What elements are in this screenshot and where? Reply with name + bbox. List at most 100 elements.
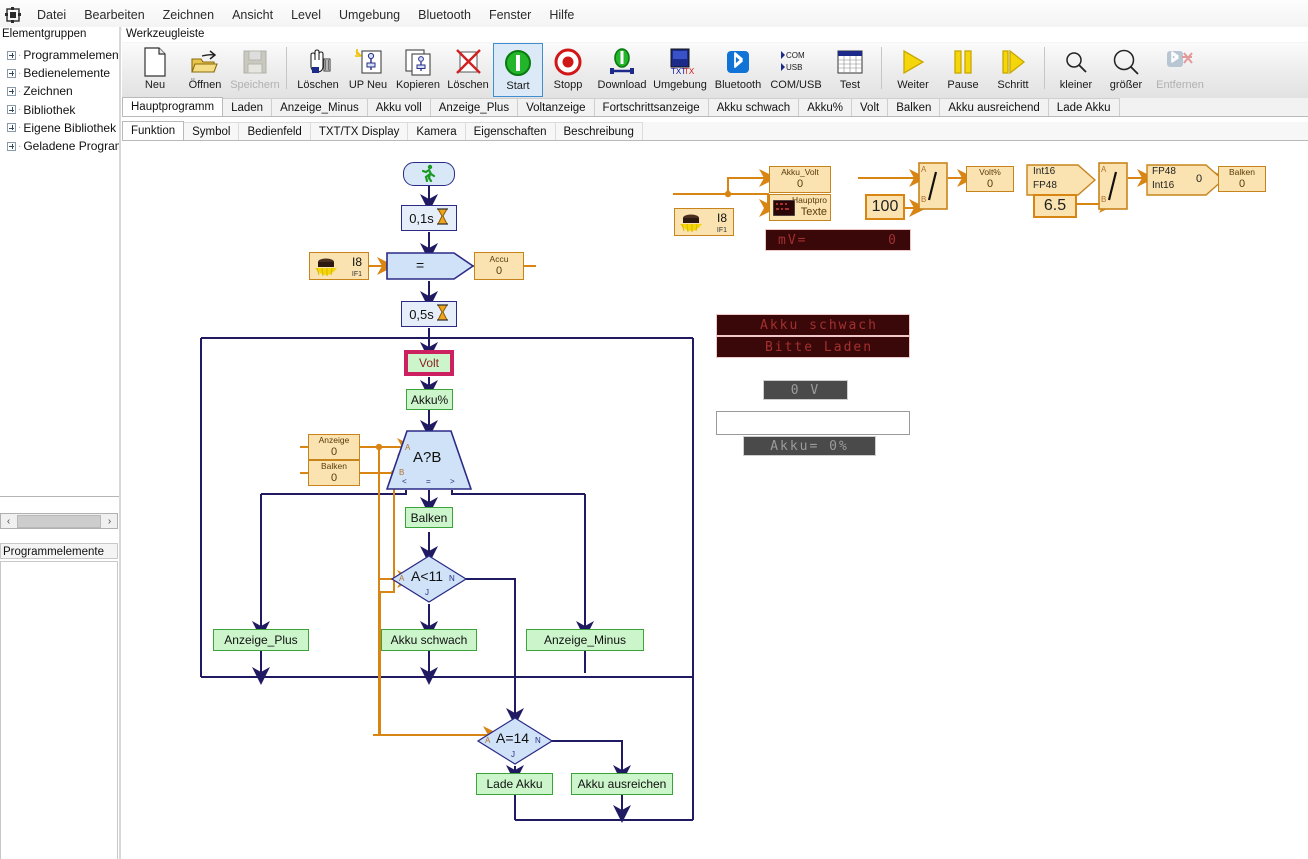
flow-call-akku-ausreichend[interactable]: Akku ausreichen (571, 773, 673, 795)
menu-item-ansicht[interactable]: Ansicht (223, 5, 282, 25)
display-akku-readout[interactable]: Akku= 0% (743, 436, 876, 456)
scrollbar-thumb[interactable] (17, 514, 101, 528)
expand-plus-icon[interactable] (7, 123, 16, 133)
tab-anzeige-plus[interactable]: Anzeige_Plus (429, 98, 519, 116)
umgebung-button[interactable]: TXT TX Umgebung (651, 43, 709, 97)
tab-balken[interactable]: Balken (887, 98, 941, 116)
new-button[interactable]: Neu (130, 43, 180, 97)
tree-horizontal-scrollbar[interactable]: ‹ › (0, 513, 118, 529)
tree-item-bibliothek[interactable]: · Bibliothek (0, 101, 119, 119)
data-akku-volt-variable[interactable]: Akku_Volt 0 (769, 166, 831, 193)
display-mv-line[interactable]: mV= 0 (765, 229, 911, 251)
display-progress-bar[interactable] (716, 411, 910, 435)
flow-call-volt[interactable]: Volt (404, 350, 454, 376)
tab-voltanzeige[interactable]: Voltanzeige (517, 98, 595, 116)
display-message-line-2[interactable]: Bitte Laden (716, 336, 910, 358)
flow-compare-ab-node[interactable]: A?B A B < = > (386, 430, 472, 490)
flow-accu-variable[interactable]: Accu 0 (474, 252, 524, 280)
element-groups-tree[interactable]: · Programmelemente · Bedienelemente · Ze… (0, 42, 120, 497)
tab-laden[interactable]: Laden (222, 98, 273, 116)
flow-compare-equals-node[interactable]: = (386, 252, 474, 280)
data-divider-2[interactable]: A B (1098, 162, 1128, 210)
tab-hauptprogramm[interactable]: Hauptprogramm (122, 97, 224, 116)
tree-item-geladene-programme[interactable]: · Geladene Programme (0, 137, 119, 155)
tab-anzeige-minus[interactable]: Anzeige_Minus (271, 98, 368, 116)
bluetooth-button[interactable]: Bluetooth (709, 43, 767, 97)
data-sensor-i8[interactable]: I8 IF1 (674, 208, 734, 236)
expand-plus-icon[interactable] (7, 141, 16, 151)
data-balken-variable[interactable]: Balken 0 (1218, 166, 1266, 192)
data-text-node[interactable]: Hauptpro Texte (769, 194, 831, 221)
start-button[interactable]: Start (493, 43, 543, 97)
tree-item-programmelemente[interactable]: · Programmelemente (0, 46, 119, 64)
data-const-6-5[interactable]: 6.5 (1033, 194, 1077, 218)
remove-button[interactable]: Entfernen (1151, 43, 1209, 97)
delete-element-button[interactable]: Löschen (293, 43, 343, 97)
delete-subprogram-button[interactable]: Löschen (443, 43, 493, 97)
zoom-in-button[interactable]: größer (1101, 43, 1151, 97)
menu-item-hilfe[interactable]: Hilfe (540, 5, 583, 25)
continue-button[interactable]: Weiter (888, 43, 938, 97)
expand-plus-icon[interactable] (7, 105, 16, 115)
program-canvas[interactable]: 0,1s I8 IF1 = Accu 0 0,5s Volt Akku% A?B… (128, 142, 1308, 859)
menu-item-umgebung[interactable]: Umgebung (330, 5, 409, 25)
flow-call-lade-akku[interactable]: Lade Akku (476, 773, 553, 795)
flow-balken-variable[interactable]: Balken 0 (308, 460, 360, 486)
copy-subprogram-button[interactable]: Kopieren (393, 43, 443, 97)
stop-button[interactable]: Stopp (543, 43, 593, 97)
flow-call-anzeige-plus[interactable]: Anzeige_Plus (213, 629, 309, 651)
menu-item-datei[interactable]: Datei (28, 5, 75, 25)
menu-item-zeichnen[interactable]: Zeichnen (154, 5, 223, 25)
scroll-left-arrow-icon[interactable]: ‹ (1, 514, 16, 528)
expand-plus-icon[interactable] (7, 86, 16, 96)
delay-node-1[interactable]: 0,1s (401, 205, 457, 231)
tab-akku-prozent[interactable]: Akku% (798, 98, 853, 116)
flow-call-akku-schwach[interactable]: Akku schwach (381, 629, 477, 651)
expand-plus-icon[interactable] (7, 50, 16, 60)
step-button[interactable]: Schritt (988, 43, 1038, 97)
open-button[interactable]: Öffnen (180, 43, 230, 97)
data-convert-fp48-int16[interactable]: FP48 Int16 0 (1146, 164, 1224, 196)
menu-item-bearbeiten[interactable]: Bearbeiten (75, 5, 153, 25)
menu-item-fenster[interactable]: Fenster (480, 5, 540, 25)
test-button[interactable]: Test (825, 43, 875, 97)
tab-volt[interactable]: Volt (851, 98, 889, 116)
flow-decision-a-lt-11[interactable]: A<11 A N J (391, 555, 467, 603)
download-button[interactable]: Download (593, 43, 651, 97)
flow-call-anzeige-minus[interactable]: Anzeige_Minus (526, 629, 644, 651)
flow-start-node[interactable] (403, 162, 455, 186)
tab-akku-schwach[interactable]: Akku schwach (707, 98, 800, 116)
flow-call-akku-percent[interactable]: Akku% (406, 389, 453, 410)
delay-node-2[interactable]: 0,5s (401, 301, 457, 327)
display-volt-readout[interactable]: 0 V (763, 380, 848, 400)
expand-plus-icon[interactable] (7, 68, 16, 78)
data-convert-int16-fp48[interactable]: Int16 FP48 (1026, 164, 1096, 196)
flow-call-balken[interactable]: Balken (405, 507, 453, 528)
tab-akku-voll[interactable]: Akku voll (366, 98, 431, 116)
tab-txt-tx-display[interactable]: TXT/TX Display (309, 122, 409, 140)
tree-item-zeichnen[interactable]: · Zeichnen (0, 82, 119, 100)
flow-sensor-i8[interactable]: I8 IF1 (309, 252, 369, 280)
display-message-line-1[interactable]: Akku schwach (716, 314, 910, 336)
tab-bedienfeld[interactable]: Bedienfeld (238, 122, 311, 140)
new-subprogram-button[interactable]: UP Neu (343, 43, 393, 97)
tab-fortschrittsanzeige[interactable]: Fortschrittsanzeige (593, 98, 709, 116)
zoom-out-button[interactable]: kleiner (1051, 43, 1101, 97)
tree-item-eigene-bibliothek[interactable]: · Eigene Bibliothek (0, 119, 119, 137)
com-usb-button[interactable]: COM USB COM/USB (767, 43, 825, 97)
tab-symbol[interactable]: Symbol (183, 122, 240, 140)
data-volt-percent-variable[interactable]: Volt% 0 (966, 166, 1014, 192)
tab-kamera[interactable]: Kamera (407, 122, 466, 140)
menu-item-level[interactable]: Level (282, 5, 330, 25)
menu-item-bluetooth[interactable]: Bluetooth (409, 5, 480, 25)
tab-funktion[interactable]: Funktion (122, 121, 185, 140)
save-button[interactable]: Speichern (230, 43, 280, 97)
flow-anzeige-variable[interactable]: Anzeige 0 (308, 434, 360, 460)
tab-beschreibung[interactable]: Beschreibung (554, 122, 643, 140)
tab-lade-akku[interactable]: Lade Akku (1047, 98, 1120, 116)
pause-button[interactable]: Pause (938, 43, 988, 97)
element-palette-area[interactable] (0, 561, 118, 859)
tab-akku-ausreichend[interactable]: Akku ausreichend (939, 98, 1049, 116)
tree-item-bedienelemente[interactable]: · Bedienelemente (0, 64, 119, 82)
data-const-100[interactable]: 100 (865, 194, 905, 220)
